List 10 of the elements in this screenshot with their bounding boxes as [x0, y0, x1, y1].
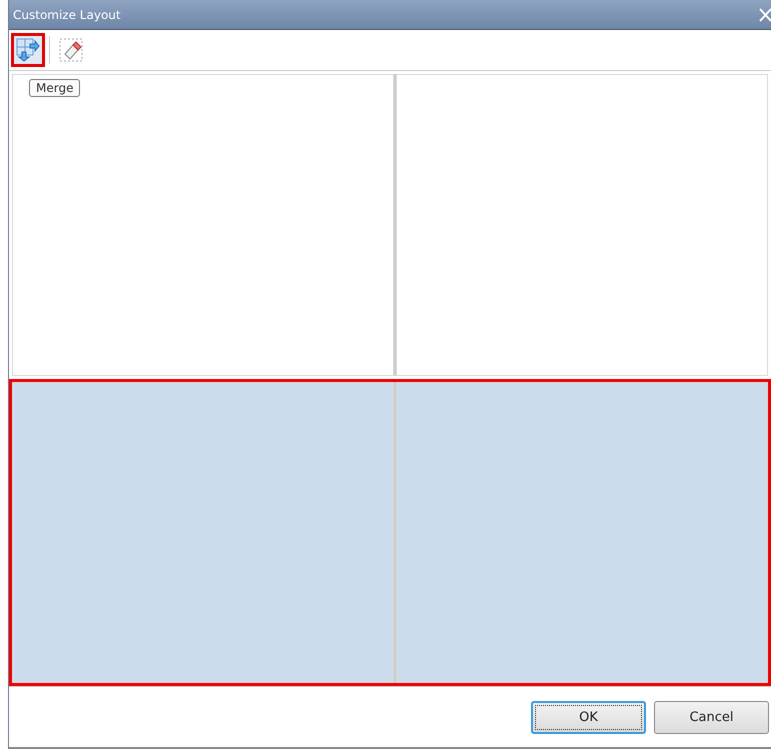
cancel-button[interactable]: Cancel [654, 700, 769, 734]
ok-button[interactable]: OK [531, 700, 646, 734]
tooltip: Merge [29, 79, 80, 97]
layout-cell[interactable] [394, 382, 768, 683]
window-title: Customize Layout [13, 8, 121, 22]
layout-cell[interactable] [394, 74, 768, 376]
merge-button[interactable] [11, 33, 45, 67]
layout-cell[interactable] [12, 382, 394, 683]
layout-cell[interactable] [12, 74, 394, 376]
close-icon[interactable] [759, 8, 771, 22]
